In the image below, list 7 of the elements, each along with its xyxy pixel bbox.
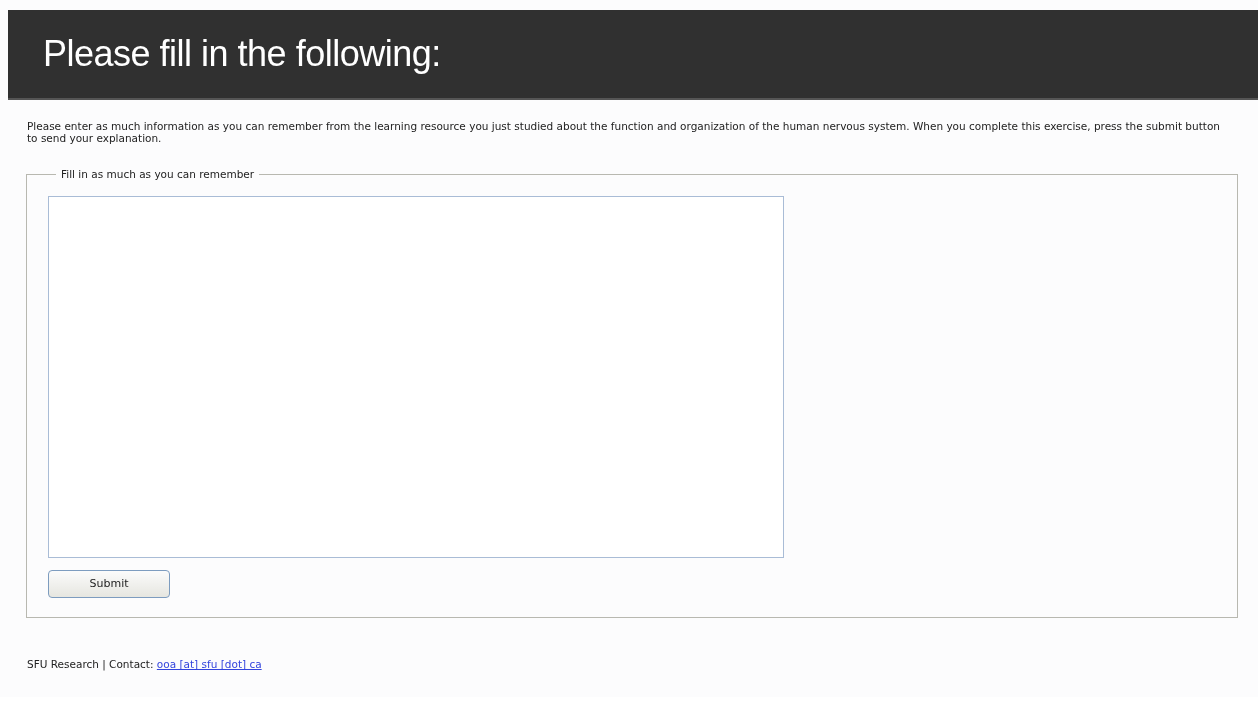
submit-button[interactable]: Submit bbox=[48, 569, 170, 598]
footer-text: SFU Research | Contact: bbox=[27, 658, 154, 670]
page-title: Please fill in the following: bbox=[43, 33, 441, 75]
form-legend: Fill in as much as you can remember bbox=[56, 168, 260, 180]
contact-link[interactable]: ooa [at] sfu [dot] ca bbox=[156, 658, 262, 670]
answer-box[interactable] bbox=[48, 196, 784, 558]
intro-paragraph: Please enter as much information as you can remember from the learning resource you just studied about the function and organization of the human nervous system. When you complete this exercise, press the submit button to send your explanation. bbox=[27, 120, 1221, 144]
